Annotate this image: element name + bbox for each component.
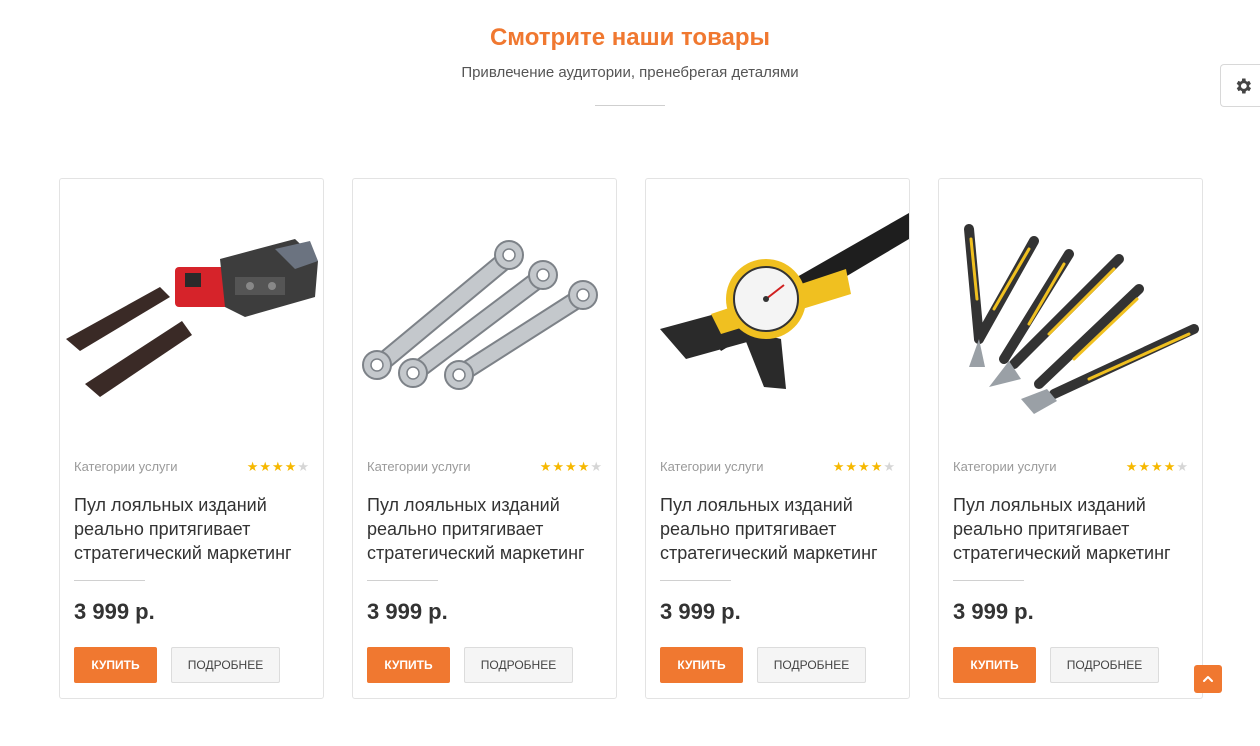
star-filled-icon: ★ xyxy=(552,459,565,474)
star-empty-icon: ★ xyxy=(1176,459,1188,474)
section-title: Смотрите наши товары xyxy=(489,24,771,51)
star-empty-icon: ★ xyxy=(883,459,895,474)
star-filled-icon: ★ xyxy=(259,459,272,474)
product-name[interactable]: Пул лояльных изданий реально притягивает… xyxy=(74,493,314,565)
product-price: 3 999 р. xyxy=(953,599,1034,624)
star-filled-icon: ★ xyxy=(284,459,297,474)
product-name[interactable]: Пул лояльных изданий реально притягивает… xyxy=(367,493,607,565)
card-divider xyxy=(367,580,438,581)
title-divider xyxy=(595,105,665,106)
product-image-wrench-set[interactable] xyxy=(353,189,616,439)
product-card: Категории услуги ★ ★ ★ ★ ★ Пул лояльных … xyxy=(645,178,910,699)
card-divider xyxy=(953,580,1024,581)
product-card: Категории услуги ★ ★ ★ ★ ★ Пул лояльных … xyxy=(59,178,324,699)
rating-stars: ★ ★ ★ ★ ★ xyxy=(247,459,309,475)
star-filled-icon: ★ xyxy=(577,459,590,474)
product-image-pliers-set[interactable] xyxy=(939,189,1202,439)
star-filled-icon: ★ xyxy=(539,459,552,474)
rating-stars: ★ ★ ★ ★ ★ xyxy=(1126,459,1188,475)
rating-stars: ★ ★ ★ ★ ★ xyxy=(540,459,602,475)
star-empty-icon: ★ xyxy=(590,459,602,474)
product-price: 3 999 р. xyxy=(74,599,155,624)
product-price: 3 999 р. xyxy=(367,599,448,624)
product-category: Категории услуги xyxy=(953,459,1057,474)
product-category: Категории услуги xyxy=(367,459,471,474)
star-filled-icon: ★ xyxy=(1163,459,1176,474)
product-image-dial-caliper[interactable] xyxy=(646,189,909,439)
star-filled-icon: ★ xyxy=(858,459,870,474)
product-category: Категории услуги xyxy=(74,459,178,474)
details-button[interactable]: ПОДРОБНЕЕ xyxy=(171,647,280,683)
star-filled-icon: ★ xyxy=(870,459,883,474)
star-filled-icon: ★ xyxy=(272,459,284,474)
star-filled-icon: ★ xyxy=(565,459,577,474)
card-divider xyxy=(660,580,731,581)
product-name[interactable]: Пул лояльных изданий реально притягивает… xyxy=(660,493,900,565)
gear-icon xyxy=(1236,78,1251,93)
section-subtitle: Привлечение аудитории, пренебрегая детал… xyxy=(461,64,799,81)
star-filled-icon: ★ xyxy=(1138,459,1151,474)
product-price: 3 999 р. xyxy=(660,599,741,624)
star-empty-icon: ★ xyxy=(297,459,309,474)
card-divider xyxy=(74,580,145,581)
buy-button[interactable]: КУПИТЬ xyxy=(74,647,157,683)
details-button[interactable]: ПОДРОБНЕЕ xyxy=(1050,647,1159,683)
scroll-top-button[interactable] xyxy=(1194,665,1222,693)
product-card: Категории услуги ★ ★ ★ ★ ★ Пул лояльных … xyxy=(938,178,1203,699)
star-filled-icon: ★ xyxy=(845,459,858,474)
settings-button[interactable] xyxy=(1220,64,1260,107)
star-filled-icon: ★ xyxy=(1125,459,1138,474)
product-card: Категории услуги ★ ★ ★ ★ ★ Пул лояльных … xyxy=(352,178,617,699)
buy-button[interactable]: КУПИТЬ xyxy=(953,647,1036,683)
star-filled-icon: ★ xyxy=(246,459,259,474)
product-category: Категории услуги xyxy=(660,459,764,474)
product-image-crimping-tool[interactable] xyxy=(60,189,323,439)
product-name[interactable]: Пул лояльных изданий реально притягивает… xyxy=(953,493,1193,565)
star-filled-icon: ★ xyxy=(832,459,845,474)
chevron-up-icon xyxy=(1203,676,1213,682)
star-filled-icon: ★ xyxy=(1151,459,1163,474)
buy-button[interactable]: КУПИТЬ xyxy=(660,647,743,683)
buy-button[interactable]: КУПИТЬ xyxy=(367,647,450,683)
details-button[interactable]: ПОДРОБНЕЕ xyxy=(757,647,866,683)
rating-stars: ★ ★ ★ ★ ★ xyxy=(833,459,895,475)
details-button[interactable]: ПОДРОБНЕЕ xyxy=(464,647,573,683)
